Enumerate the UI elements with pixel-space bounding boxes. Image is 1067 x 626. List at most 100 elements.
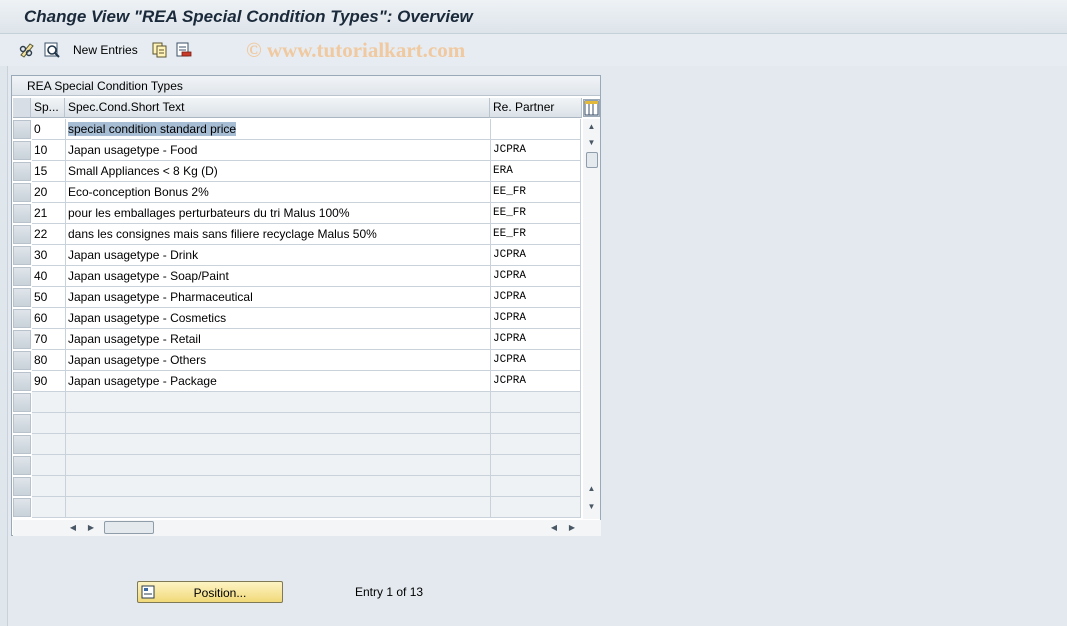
row-selector[interactable] [13,204,31,223]
table-row[interactable]: 30 Japan usagetype - Drink JCPRA [13,245,581,266]
cell-code[interactable]: 40 [32,266,66,287]
table-row[interactable]: 10 Japan usagetype - Food JCPRA [13,140,581,161]
row-selector[interactable] [13,183,31,202]
copy-icon[interactable] [151,41,169,59]
scroll-thumb[interactable] [586,152,598,168]
cell-short-text[interactable]: Small Appliances < 8 Kg (D) [66,161,491,182]
table-row[interactable]: 0 special condition standard price [13,119,581,140]
new-entries-button[interactable]: New Entries [73,43,138,57]
row-selector[interactable] [13,477,31,496]
row-selector[interactable] [13,141,31,160]
table-row[interactable]: 21 pour les emballages perturbateurs du t… [13,203,581,224]
cell-partner[interactable] [491,434,581,455]
column-header-partner[interactable]: Re. Partner [490,98,582,118]
cell-partner[interactable] [491,392,581,413]
row-selector[interactable] [13,498,31,517]
vertical-scrollbar[interactable]: ▲ ▼ ▲ ▼ [583,119,600,519]
table-row[interactable]: 50 Japan usagetype - Pharmaceutical JCPRA [13,287,581,308]
cell-short-text[interactable] [66,455,491,476]
cell-code[interactable] [32,476,66,497]
table-row[interactable]: 80 Japan usagetype - Others JCPRA [13,350,581,371]
cell-partner[interactable]: JCPRA [491,329,581,350]
cell-partner[interactable]: EE_FR [491,224,581,245]
cell-short-text[interactable]: Japan usagetype - Drink [66,245,491,266]
cell-code[interactable]: 60 [32,308,66,329]
cell-code[interactable] [32,434,66,455]
cell-partner[interactable] [491,476,581,497]
cell-partner[interactable]: EE_FR [491,182,581,203]
cell-code[interactable]: 15 [32,161,66,182]
cell-code[interactable] [32,455,66,476]
cell-code[interactable] [32,392,66,413]
row-selector[interactable] [13,288,31,307]
table-row[interactable]: 90 Japan usagetype - Package JCPRA [13,371,581,392]
cell-short-text[interactable]: Japan usagetype - Others [66,350,491,371]
cell-code[interactable]: 0 [32,119,66,140]
cell-short-text[interactable]: Japan usagetype - Soap/Paint [66,266,491,287]
cell-code[interactable]: 90 [32,371,66,392]
select-all-header[interactable] [13,98,31,118]
table-row[interactable]: 70 Japan usagetype - Retail JCPRA [13,329,581,350]
table-row[interactable]: 20 Eco-conception Bonus 2% EE_FR [13,182,581,203]
cell-short-text[interactable] [66,434,491,455]
cell-short-text[interactable]: special condition standard price [66,119,491,140]
cell-partner[interactable] [491,497,581,518]
cell-partner[interactable]: JCPRA [491,140,581,161]
cell-short-text[interactable]: Japan usagetype - Cosmetics [66,308,491,329]
scroll-page-up-icon[interactable]: ▲ [583,481,600,497]
row-selector[interactable] [13,246,31,265]
cell-partner[interactable]: JCPRA [491,371,581,392]
scroll-left-icon[interactable]: ◀ [67,520,79,536]
row-selector[interactable] [13,435,31,454]
scroll-right-icon[interactable]: ▶ [85,520,97,536]
horizontal-scroll-thumb[interactable] [104,521,154,534]
table-row[interactable] [13,434,581,455]
cell-partner[interactable]: JCPRA [491,266,581,287]
table-row[interactable] [13,413,581,434]
cell-partner[interactable]: EE_FR [491,203,581,224]
column-header-text[interactable]: Spec.Cond.Short Text [65,98,490,118]
cell-short-text[interactable] [66,392,491,413]
row-selector[interactable] [13,414,31,433]
cell-partner[interactable]: JCPRA [491,308,581,329]
scroll-left-end-icon[interactable]: ◀ [548,520,560,536]
position-button[interactable]: Position... [137,581,283,603]
cell-short-text[interactable] [66,497,491,518]
table-row[interactable]: 40 Japan usagetype - Soap/Paint JCPRA [13,266,581,287]
scroll-page-down-icon[interactable]: ▼ [583,499,600,515]
scroll-right-end-icon[interactable]: ▶ [566,520,578,536]
cell-partner[interactable]: ERA [491,161,581,182]
cell-code[interactable] [32,497,66,518]
cell-code[interactable]: 20 [32,182,66,203]
row-selector[interactable] [13,309,31,328]
table-row[interactable] [13,455,581,476]
row-selector[interactable] [13,393,31,412]
delete-icon[interactable] [175,41,193,59]
row-selector[interactable] [13,351,31,370]
horizontal-scrollbar[interactable]: ◀ ▶ ◀ ▶ [13,520,601,536]
cell-short-text[interactable] [66,413,491,434]
cell-short-text[interactable]: Japan usagetype - Package [66,371,491,392]
cell-partner[interactable]: JCPRA [491,287,581,308]
details-icon[interactable] [43,41,61,59]
row-selector[interactable] [13,330,31,349]
edit-glasses-icon[interactable] [18,41,36,59]
row-selector[interactable] [13,225,31,244]
scroll-down-icon[interactable]: ▼ [583,135,600,151]
cell-code[interactable]: 10 [32,140,66,161]
table-row[interactable] [13,392,581,413]
cell-code[interactable]: 50 [32,287,66,308]
cell-partner[interactable]: JCPRA [491,245,581,266]
cell-short-text[interactable]: Japan usagetype - Food [66,140,491,161]
cell-code[interactable]: 30 [32,245,66,266]
row-selector[interactable] [13,120,31,139]
table-row[interactable]: 60 Japan usagetype - Cosmetics JCPRA [13,308,581,329]
table-row[interactable]: 15 Small Appliances < 8 Kg (D) ERA [13,161,581,182]
cell-partner[interactable] [491,455,581,476]
row-selector[interactable] [13,456,31,475]
cell-code[interactable]: 21 [32,203,66,224]
cell-code[interactable]: 70 [32,329,66,350]
cell-code[interactable] [32,413,66,434]
cell-short-text[interactable]: Japan usagetype - Retail [66,329,491,350]
cell-short-text[interactable] [66,476,491,497]
